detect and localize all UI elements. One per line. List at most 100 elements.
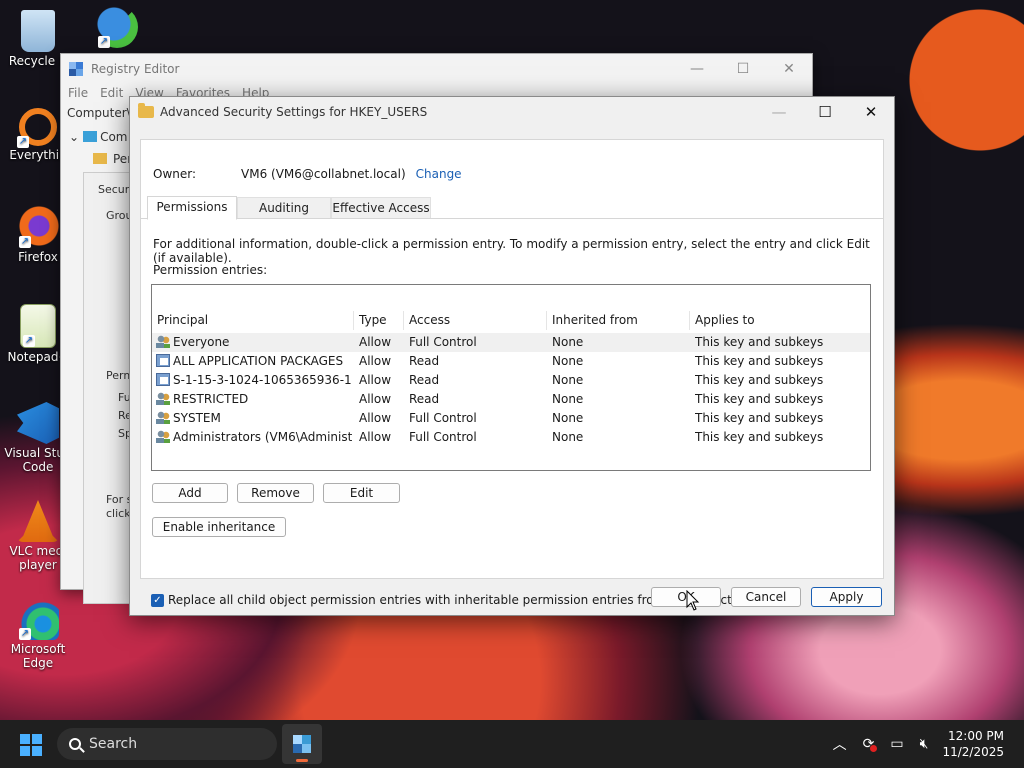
shortcut-arrow-icon: ↗ [17,136,29,148]
applies-cell: This key and subkeys [695,392,824,406]
dialog-title-bar[interactable]: Advanced Security Settings for HKEY_USER… [130,97,894,127]
applies-cell: This key and subkeys [695,335,824,349]
folder-icon [138,103,154,118]
start-button-windows-icon[interactable] [20,734,42,756]
menu-edit[interactable]: Edit [100,86,123,100]
type-cell: Allow [359,354,392,368]
table-row[interactable]: RESTRICTED Allow Read None This key and … [152,390,870,409]
owner-label: Owner: [153,167,197,181]
mouse-cursor-icon [686,590,700,611]
type-cell: Allow [359,411,392,425]
system-tray: ︿ ⟳ ▭ 🔇︎ 12:00 PM 11/2/2025 [825,720,1024,768]
column-principal[interactable]: Principal [152,311,353,330]
clock[interactable]: 12:00 PM 11/2/2025 [942,728,1004,760]
dialog-content-panel: Owner: VM6 (VM6@collabnet.local) Change … [140,139,884,607]
column-applies-to[interactable]: Applies to [689,311,871,330]
desktop-icon-label: Microsoft [10,642,66,656]
shortcut-arrow-icon: ↗ [19,628,31,640]
enable-inheritance-button[interactable]: Enable inheritance [152,517,286,537]
change-owner-link[interactable]: Change [416,167,462,181]
applies-cell: This key and subkeys [695,411,824,425]
inherited-cell: None [552,373,584,387]
taskbar-app-registry-editor[interactable] [282,724,322,764]
group-icon [156,335,170,348]
tab-permissions[interactable]: Permissions [147,196,237,220]
menu-file[interactable]: File [68,86,88,100]
notepad-icon: ↗ [20,304,56,348]
permission-entries-label: Permission entries: [153,263,268,277]
clock-time: 12:00 PM [948,729,1004,743]
access-cell: Full Control [409,335,477,349]
everything-icon: ↗ [17,108,57,148]
table-row[interactable]: SYSTEM Allow Full Control None This key … [152,409,870,428]
search-placeholder: Search [89,736,138,752]
apply-button[interactable]: Apply [811,587,882,607]
close-icon[interactable]: ✕ [848,97,894,127]
desktop-icon-edge[interactable]: ↗ Microsoft Edge [3,598,73,670]
tab-effective-access[interactable]: Effective Access [331,197,431,218]
tree-item-label: Com [100,130,128,144]
column-inherited-from[interactable]: Inherited from [546,311,688,330]
column-type[interactable]: Type [353,311,400,330]
table-row[interactable]: S-1-15-3-1024-1065365936-1281... Allow R… [152,371,870,390]
network-icon[interactable]: ▭ [890,736,903,752]
owner-value: VM6 (VM6@collabnet.local) [241,167,406,181]
error-badge-icon [870,745,878,752]
list-header: Principal Type Access Inherited from App… [152,311,870,330]
table-row[interactable]: Administrators (VM6\Administr... Allow F… [152,428,870,447]
replace-child-entries-checkbox[interactable]: ✓ Replace all child object permission en… [151,593,732,607]
shortcut-arrow-icon: ↗ [19,236,31,248]
group-icon [156,411,170,424]
permission-entries-list[interactable]: Principal Type Access Inherited from App… [151,284,871,471]
access-cell: Full Control [409,411,477,425]
table-row[interactable]: Everyone Allow Full Control None This ke… [152,333,870,352]
maximize-icon[interactable]: ☐ [720,61,766,77]
taskbar: Search ︿ ⟳ ▭ 🔇︎ 12:00 PM 11/2/2025 [0,720,1024,768]
inherited-cell: None [552,354,584,368]
taskbar-search-box[interactable]: Search [57,728,277,760]
minimize-icon[interactable]: — [674,61,720,77]
close-icon[interactable]: ✕ [766,61,812,77]
registry-title-bar[interactable]: Registry Editor — ☐ ✕ [61,54,812,84]
maximize-icon[interactable]: ☐ [802,97,848,127]
column-access[interactable]: Access [403,311,545,330]
dialog-title: Advanced Security Settings for HKEY_USER… [160,105,428,119]
vlc-icon [17,500,59,542]
inherited-cell: None [552,335,584,349]
computer-icon [83,131,98,142]
applies-cell: This key and subkeys [695,430,824,444]
chevron-up-icon[interactable]: ︿ [833,734,847,754]
search-icon [69,738,81,750]
package-icon [156,354,170,367]
info-text: For additional information, double-click… [153,237,870,265]
volume-muted-icon[interactable]: 🔇︎ [920,736,929,752]
group-icon [156,392,170,405]
applies-cell: This key and subkeys [695,373,824,387]
principal-cell: ALL APPLICATION PACKAGES [173,354,344,368]
advanced-security-dialog[interactable]: Advanced Security Settings for HKEY_USER… [129,96,895,616]
tab-auditing[interactable]: Auditing [237,197,331,218]
minimize-icon[interactable]: — [756,97,802,127]
owner-row: Owner: VM6 (VM6@collabnet.local) Change [153,167,462,181]
type-cell: Allow [359,335,392,349]
cancel-button[interactable]: Cancel [731,587,801,607]
chevron-down-icon[interactable]: ⌄ [69,130,79,144]
type-cell: Allow [359,392,392,406]
edit-button[interactable]: Edit [323,483,400,503]
table-row[interactable]: ALL APPLICATION PACKAGES Allow Read None… [152,352,870,371]
type-cell: Allow [359,430,392,444]
principal-cell: RESTRICTED [173,392,249,406]
inherited-cell: None [552,430,584,444]
registry-app-icon [69,62,83,76]
principal-cell: S-1-15-3-1024-1065365936-1281... [173,373,352,387]
access-cell: Read [409,354,440,368]
applies-cell: This key and subkeys [695,354,824,368]
add-button[interactable]: Add [152,483,228,503]
sync-icon[interactable]: ⟳ [863,736,878,752]
remove-button[interactable]: Remove [237,483,314,503]
desktop-icon-app[interactable]: ↗ [82,6,152,50]
vscode-icon [17,402,59,444]
checkbox-checked-icon[interactable]: ✓ [151,593,164,607]
type-cell: Allow [359,373,392,387]
inherited-cell: None [552,392,584,406]
